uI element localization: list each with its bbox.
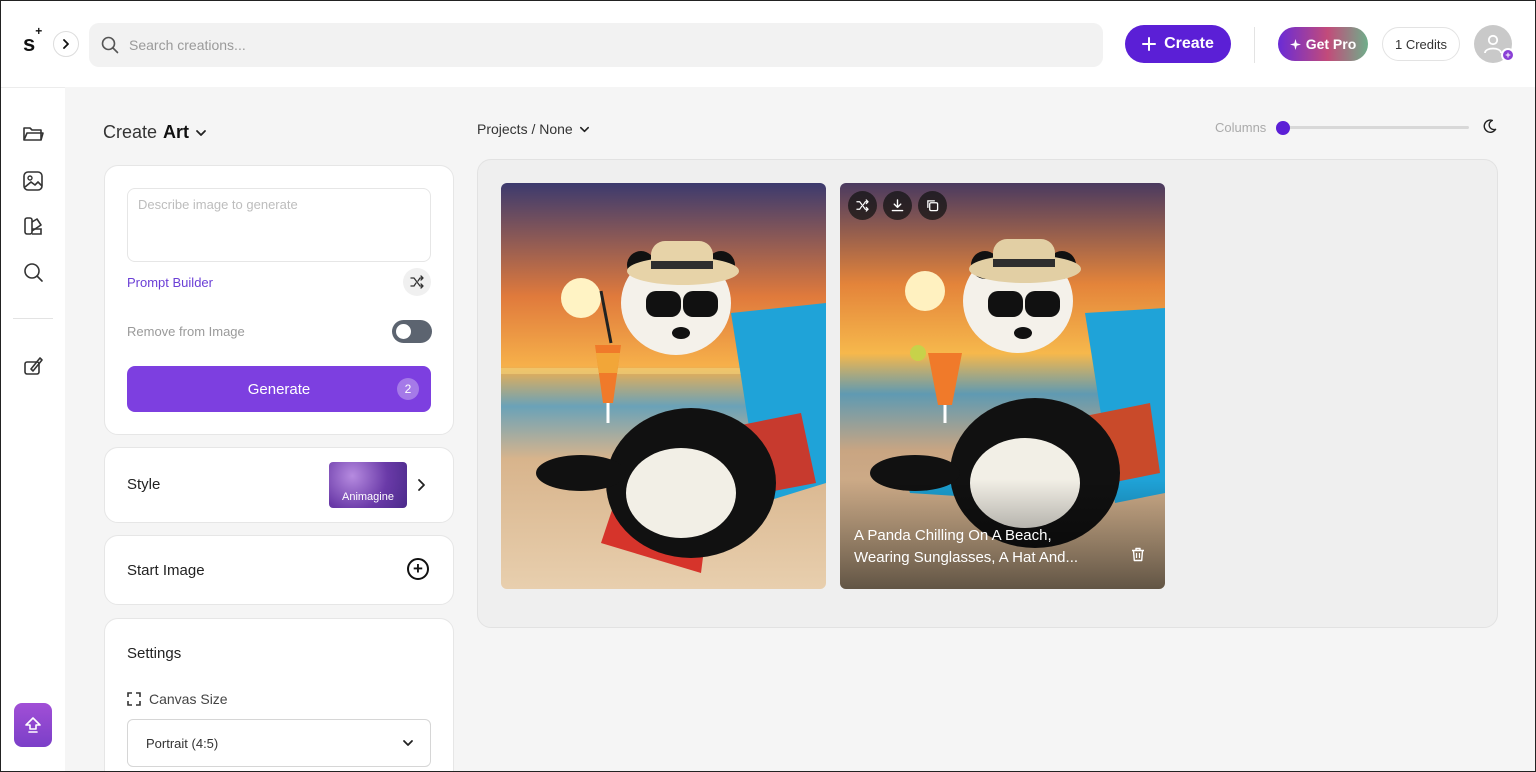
rail-images-button[interactable] (21, 169, 45, 193)
style-label: Style (127, 476, 161, 493)
credits-badge[interactable]: 1 Credits (1382, 27, 1460, 61)
canvas-size-value: Portrait (4:5) (146, 735, 219, 751)
get-pro-button[interactable]: Get Pro (1278, 27, 1368, 61)
avatar[interactable]: + (1474, 25, 1515, 63)
style-name: Animagine (342, 491, 394, 503)
brush-icon (24, 357, 43, 375)
create-mode-dropdown[interactable]: Create Art (103, 122, 207, 143)
frame-corners-icon (127, 692, 141, 706)
app-window: s+ Create Get Pro 1 Credits + (0, 0, 1536, 772)
columns-slider-handle[interactable] (1276, 121, 1290, 135)
create-button[interactable]: Create (1125, 25, 1231, 63)
sparkle-icon (1289, 38, 1301, 50)
get-pro-label: Get Pro (1305, 36, 1357, 52)
download-button[interactable] (883, 191, 912, 220)
add-start-image-icon[interactable]: + (407, 558, 429, 580)
canvas-size-label: Canvas Size (127, 691, 228, 707)
rail-divider-top (1, 87, 65, 88)
project-selector[interactable]: Projects / None (477, 121, 590, 137)
panda-beach-image (501, 183, 826, 589)
canvas-size-select[interactable]: Portrait (4:5) (127, 719, 431, 767)
generated-image-1[interactable] (501, 183, 826, 589)
rail-canvas-button[interactable] (21, 354, 45, 378)
image-gallery: A Panda Chilling On A Beach, Wearing Sun… (477, 159, 1498, 628)
header-divider (1254, 27, 1255, 63)
settings-label: Settings (127, 645, 182, 662)
rail-styles-button[interactable] (21, 214, 45, 238)
chevron-right-icon (63, 39, 69, 49)
remove-from-image-label: Remove from Image (127, 324, 245, 339)
shuffle-icon (410, 275, 424, 289)
search-icon (101, 36, 119, 54)
generate-label: Generate (247, 380, 311, 398)
toggle-knob (396, 324, 411, 339)
search-bar[interactable] (89, 23, 1103, 67)
folder-icon (23, 127, 44, 141)
start-image-card[interactable]: Start Image + (104, 535, 454, 605)
shuffle-icon (856, 199, 869, 212)
breadcrumb-text: Projects / None (477, 121, 573, 137)
prompt-card: Prompt Builder Remove from Image Generat… (104, 165, 454, 435)
moon-icon (1483, 119, 1497, 133)
download-icon (891, 199, 904, 212)
remove-from-image-toggle[interactable] (392, 320, 432, 343)
rail-search-button[interactable] (21, 260, 45, 284)
prompt-builder-link[interactable]: Prompt Builder (127, 275, 213, 290)
columns-label: Columns (1215, 120, 1267, 135)
prompt-box (127, 188, 431, 262)
copy-icon (927, 200, 939, 212)
logo[interactable]: s+ (23, 24, 42, 57)
style-thumbnail[interactable]: Animagine (329, 462, 407, 508)
settings-card: Settings Canvas Size Portrait (4:5) (104, 618, 454, 771)
image-toolbar (848, 191, 947, 220)
generate-cost-badge: 2 (397, 378, 419, 400)
plus-icon (1142, 37, 1157, 51)
credits-label: 1 Credits (1394, 36, 1448, 52)
rail-folder-button[interactable] (21, 122, 45, 146)
palette-icon (24, 217, 42, 235)
columns-slider-track[interactable] (1283, 126, 1469, 129)
heading-prefix: Create (103, 122, 158, 142)
dark-mode-toggle[interactable] (1482, 119, 1497, 139)
upgrade-button[interactable] (14, 703, 52, 747)
prompt-input[interactable] (138, 197, 420, 253)
trash-icon (1132, 547, 1144, 562)
random-prompt-button[interactable] (403, 268, 431, 296)
start-image-label: Start Image (127, 562, 205, 579)
copy-button[interactable] (918, 191, 947, 220)
upload-icon (25, 717, 41, 733)
generated-image-2[interactable]: A Panda Chilling On A Beach, Wearing Sun… (840, 183, 1165, 589)
search-icon (24, 263, 43, 282)
heading-mode: Art (163, 122, 190, 142)
image-icon (23, 171, 43, 191)
delete-image-button[interactable] (1131, 547, 1145, 567)
image-caption: A Panda Chilling On A Beach, Wearing Sun… (854, 527, 1079, 566)
top-bar: s+ Create Get Pro 1 Credits + (1, 1, 1535, 87)
rail-divider (13, 318, 53, 319)
style-card[interactable]: Style Animagine (104, 447, 454, 523)
generate-button[interactable]: Generate 2 (127, 366, 431, 412)
create-button-label: Create (1164, 35, 1214, 52)
chevron-down-icon (403, 740, 413, 746)
canvas-size-text: Canvas Size (149, 691, 228, 707)
chevron-down-icon (579, 126, 589, 132)
search-input[interactable] (129, 37, 1029, 53)
expand-sidebar-button[interactable] (53, 31, 79, 57)
chevron-right-icon (418, 479, 425, 491)
avatar-add-icon: + (1501, 48, 1515, 62)
remix-button[interactable] (848, 191, 877, 220)
chevron-down-icon (196, 129, 206, 136)
